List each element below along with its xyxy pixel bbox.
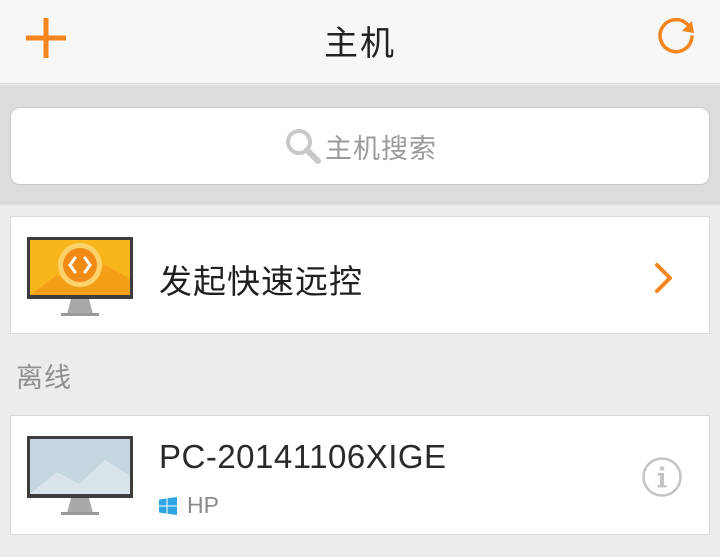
page-title: 主机 [324,24,396,64]
host-name: PC-20141106XIGE [159,438,447,475]
quick-remote-monitor-icon [27,237,133,316]
windows-icon [159,496,177,515]
quick-remote-button[interactable]: 发起快速远控 [10,216,710,334]
app-root: 主机 主机搜索 发起快速远控 离线 PC-20141106XIGE HP [0,0,720,557]
refresh-icon[interactable] [652,13,700,61]
header-bar: 主机 [0,0,720,84]
quick-remote-label: 发起快速远控 [159,262,363,301]
search-icon [286,129,321,164]
search-section: 主机搜索 [0,85,720,205]
info-icon[interactable] [641,456,683,498]
offline-section-label: 离线 [16,363,72,394]
host-row[interactable]: PC-20141106XIGE HP [10,415,710,535]
host-os-label: HP [187,492,219,518]
host-os: HP [159,492,219,519]
search-input[interactable]: 主机搜索 [10,107,710,185]
search-placeholder: 主机搜索 [325,133,437,165]
chevron-right-icon [655,263,672,293]
host-monitor-icon [27,436,133,515]
